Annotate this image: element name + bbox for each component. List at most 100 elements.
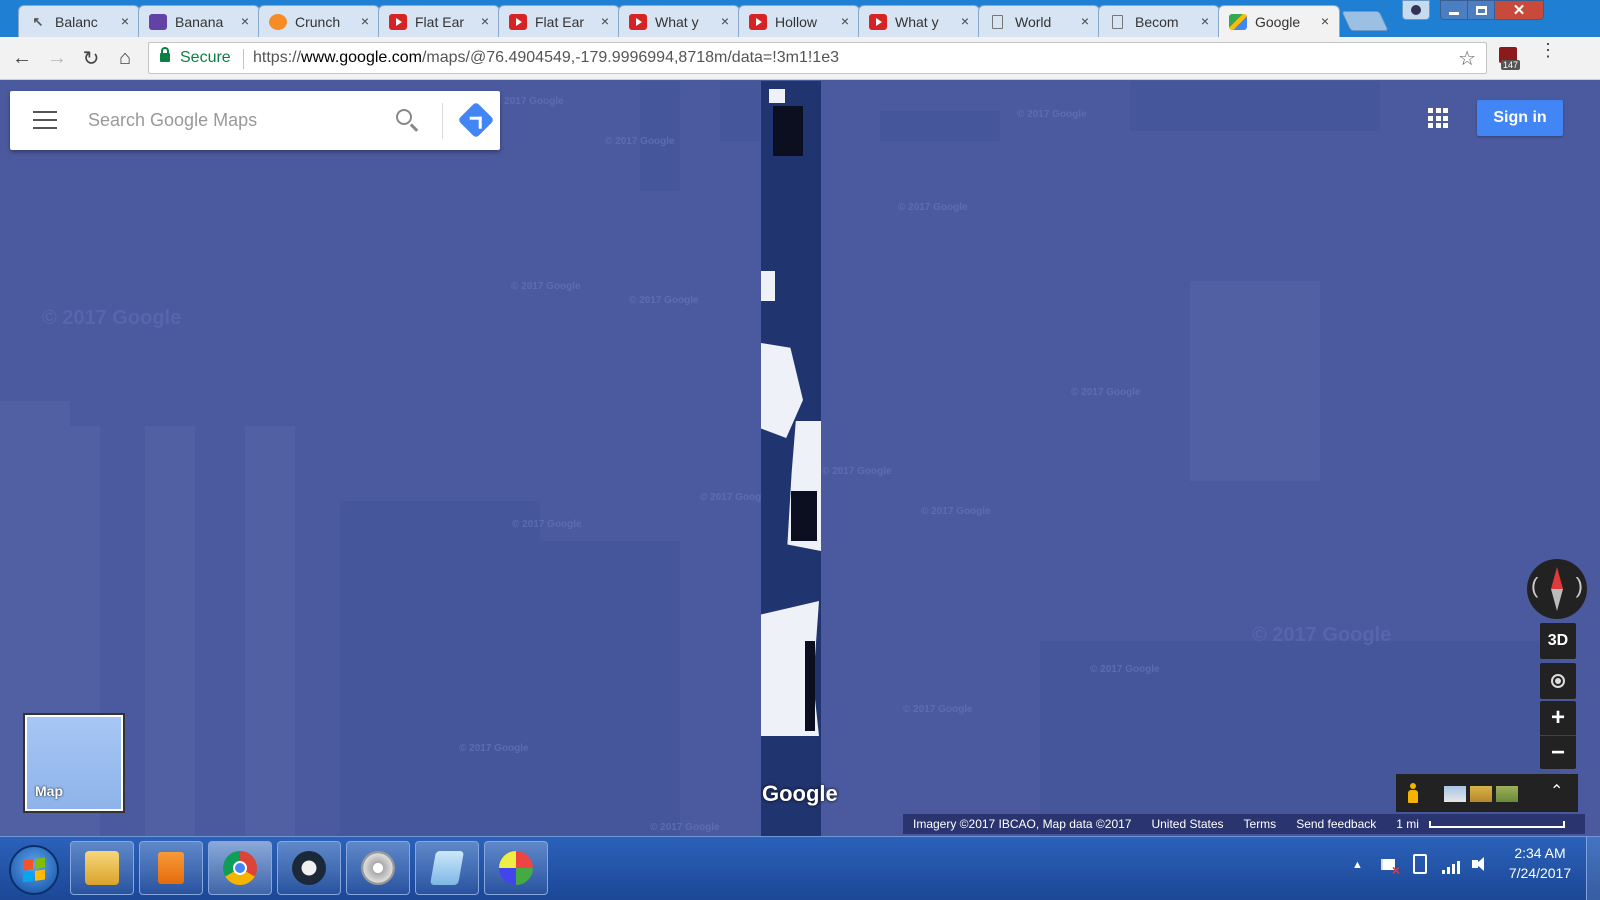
back-button[interactable]: ← (9, 45, 35, 71)
menu-icon[interactable] (33, 111, 57, 129)
show-hidden-icons-button[interactable]: ▲ (1352, 859, 1363, 871)
map-watermark: © 2017 Google (898, 202, 968, 213)
browser-tab[interactable]: Flat Ear × (498, 5, 620, 37)
my-location-button[interactable] (1540, 663, 1576, 699)
youtube-icon (749, 13, 767, 30)
power-icon[interactable] (1410, 854, 1430, 874)
pegman-icon[interactable] (1408, 783, 1418, 803)
google-logo: Google (762, 781, 838, 806)
tab-close-icon[interactable]: × (601, 13, 609, 29)
taskbar-chrome[interactable] (208, 841, 272, 895)
browser-tab[interactable]: World × (978, 5, 1100, 37)
tab-close-icon[interactable]: × (1201, 13, 1209, 29)
expand-icon[interactable]: ⌃ (1550, 781, 1563, 801)
map-watermark: © 2017 Google (700, 492, 770, 503)
imagery-tile (720, 81, 760, 141)
url-text[interactable]: https://www.google.com/maps/@76.4904549,… (253, 49, 839, 67)
map-watermark: © 2017 Google (921, 506, 991, 517)
taskbar-media-player[interactable] (139, 841, 203, 895)
tab-close-icon[interactable]: × (1321, 13, 1329, 29)
browser-tab[interactable]: Becom × (1098, 5, 1220, 37)
volume-icon[interactable] (1468, 854, 1488, 874)
balance-icon: ↖ (32, 13, 44, 29)
start-button[interactable] (9, 845, 59, 895)
tab-label: World (1015, 13, 1052, 30)
extension-badge: 147 (1501, 60, 1521, 70)
network-signal-icon[interactable] (1441, 854, 1461, 874)
crunchyroll-icon (269, 13, 287, 30)
address-bar[interactable]: Secure https://www.google.com/maps/@76.4… (148, 42, 1487, 74)
url-scheme: https:// (253, 49, 302, 66)
tilt-3d-button[interactable]: 3D (1540, 623, 1576, 659)
zoom-out-button[interactable]: − (1540, 735, 1576, 769)
imagery-toolbar: ⌃ (1396, 774, 1578, 812)
bookmark-star-icon[interactable]: ☆ (1458, 46, 1476, 71)
map-canvas[interactable]: © 2017 Google © 2017 Google © 2017 Googl… (0, 81, 1600, 836)
tab-close-icon[interactable]: × (721, 13, 729, 29)
maximize-button[interactable] (1467, 0, 1495, 20)
browser-menu-button[interactable]: ⋮ (1539, 41, 1557, 59)
reload-button[interactable]: ↻ (78, 45, 104, 71)
tab-list: ↖ Balanc × Banana × Crunch × Flat Ear × Flat Ear ×… (18, 5, 1340, 37)
tab-label: Google (1255, 13, 1301, 30)
document-icon (1112, 14, 1123, 29)
tab-label: Balanc (55, 13, 98, 30)
tab-close-icon[interactable]: × (1081, 13, 1089, 29)
taskbar-steam[interactable] (277, 841, 341, 895)
speaker-icon (361, 851, 395, 885)
forward-button[interactable]: → (44, 45, 70, 71)
terms-link[interactable]: Terms (1244, 817, 1277, 831)
browser-tab[interactable]: Crunch × (258, 5, 380, 37)
browser-tab[interactable]: What y × (618, 5, 740, 37)
tab-label: Hollow (775, 13, 818, 30)
compass-control[interactable]: () (1527, 559, 1587, 619)
youtube-icon (629, 13, 647, 30)
youtube-icon (389, 13, 407, 30)
imagery-tile (880, 111, 1000, 141)
ice-patch (769, 89, 785, 103)
region-link[interactable]: United States (1151, 817, 1223, 831)
imagery-thumbnail[interactable] (1470, 786, 1492, 802)
system-clock[interactable]: 2:34 AM 7/24/2017 (1500, 843, 1580, 883)
sign-in-button[interactable]: Sign in (1477, 100, 1563, 136)
browser-tab[interactable]: What y × (858, 5, 980, 37)
tab-close-icon[interactable]: × (121, 13, 129, 29)
compass-south-icon (1551, 589, 1563, 611)
tab-close-icon[interactable]: × (841, 13, 849, 29)
window-close-button[interactable]: ✕ (1494, 0, 1544, 20)
zoom-in-button[interactable]: + (1540, 701, 1576, 735)
minimize-button[interactable] (1440, 0, 1468, 20)
tab-close-icon[interactable]: × (361, 13, 369, 29)
action-center-flag-icon[interactable] (1378, 854, 1400, 878)
directions-icon[interactable] (457, 101, 495, 139)
paint-icon (499, 851, 533, 885)
imagery-thumbnail[interactable] (1444, 786, 1466, 802)
profile-button[interactable] (1402, 0, 1430, 20)
tab-label: Becom (1135, 13, 1179, 30)
tab-close-icon[interactable]: × (481, 13, 489, 29)
browser-tab[interactable]: Google × (1218, 5, 1340, 37)
taskbar-sound-recorder[interactable] (346, 841, 410, 895)
taskbar-paint[interactable] (484, 841, 548, 895)
compass-north-icon (1551, 567, 1563, 589)
search-icon[interactable] (396, 109, 412, 125)
show-desktop-button[interactable] (1586, 837, 1600, 900)
browser-tab[interactable]: ↖ Balanc × (18, 5, 140, 37)
home-button[interactable]: ⌂ (112, 45, 138, 71)
send-feedback-link[interactable]: Send feedback (1296, 817, 1376, 831)
google-apps-icon[interactable] (1428, 108, 1448, 128)
browser-tab[interactable]: Flat Ear × (378, 5, 500, 37)
map-watermark: © 2017 Google (1017, 109, 1087, 120)
tab-close-icon[interactable]: × (241, 13, 249, 29)
map-layer-switcher[interactable]: Map (23, 713, 125, 813)
scale-indicator[interactable]: 1 mi (1396, 817, 1575, 831)
search-input[interactable] (88, 106, 378, 134)
browser-tab[interactable]: Hollow × (738, 5, 860, 37)
new-tab-button[interactable] (1341, 11, 1389, 31)
tab-close-icon[interactable]: × (961, 13, 969, 29)
imagery-thumbnail[interactable] (1496, 786, 1518, 802)
browser-tab[interactable]: Banana × (138, 5, 260, 37)
map-watermark: © 2017 Google (822, 466, 892, 477)
taskbar-file-explorer[interactable] (70, 841, 134, 895)
taskbar-notepad[interactable] (415, 841, 479, 895)
